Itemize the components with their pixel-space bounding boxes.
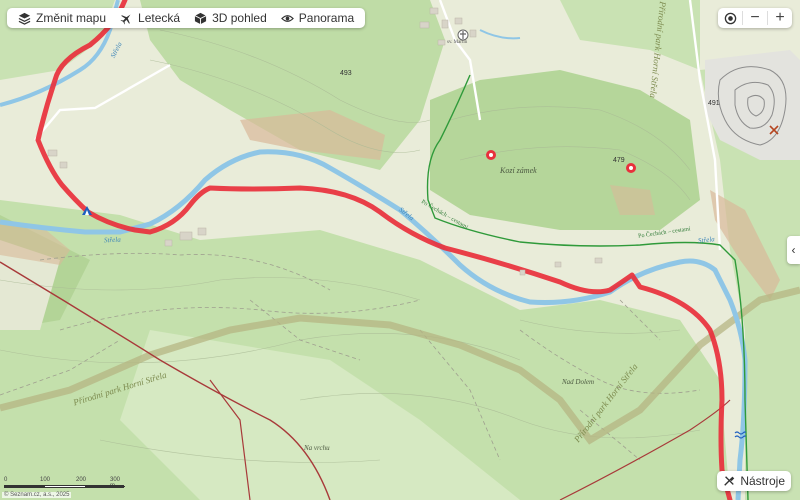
campsite-icon[interactable] — [81, 205, 93, 217]
zoom-controls: − + — [718, 8, 792, 28]
tools-icon — [724, 476, 735, 486]
plane-icon — [120, 14, 131, 24]
scale-bar: 0 100 200 300 m — [4, 477, 125, 491]
aerial-label: Letecká — [138, 11, 181, 25]
panorama-label: Panorama — [298, 11, 355, 25]
zoom-in-button[interactable]: + — [768, 8, 792, 28]
cube-icon — [194, 12, 207, 24]
3d-view-button[interactable]: 3D pohled — [187, 8, 274, 28]
locate-button[interactable] — [718, 8, 742, 28]
eye-icon — [280, 14, 294, 22]
viewpoint-icon[interactable] — [624, 161, 638, 175]
3d-view-label: 3D pohled — [212, 11, 267, 25]
change-map-label: Změnit mapu — [36, 11, 107, 25]
peak-elevation: 491 — [708, 100, 720, 107]
map-base-layer — [0, 0, 800, 500]
tools-label: Nástroje — [740, 474, 785, 488]
map-canvas[interactable]: Kozí zámek Přírodní park Horní Střela Př… — [0, 0, 800, 500]
viewpoint-icon[interactable] — [484, 148, 498, 162]
map-toolbar: Změnit mapu Letecká 3D pohled Panorama — [7, 8, 366, 28]
panorama-button[interactable]: Panorama — [274, 8, 361, 28]
water-icon — [734, 431, 746, 439]
change-map-button[interactable]: Změnit mapu — [11, 8, 113, 28]
castle-label: Kozí zámek — [500, 166, 537, 175]
river-label: Střela — [103, 235, 121, 245]
peak-elevation: 479 — [613, 157, 625, 164]
place-label: Na vrchu — [304, 444, 330, 452]
layers-icon — [18, 12, 31, 25]
target-icon — [724, 12, 736, 24]
tools-button[interactable]: Nástroje — [717, 471, 791, 491]
aerial-button[interactable]: Letecká — [113, 8, 187, 28]
scale-label: 0 — [4, 477, 8, 483]
church-label: sv. Martin — [447, 40, 468, 45]
scale-label: 100 — [40, 477, 51, 483]
zoom-out-button[interactable]: − — [743, 8, 767, 28]
side-panel-toggle[interactable]: ‹ — [787, 236, 800, 264]
place-label: Nad Dolem — [562, 378, 595, 386]
scale-label: 200 — [76, 477, 87, 483]
copyright[interactable]: © Seznam.cz, a.s., 2025 — [2, 492, 72, 498]
peak-elevation: 493 — [340, 70, 352, 77]
mine-icon — [769, 125, 779, 135]
